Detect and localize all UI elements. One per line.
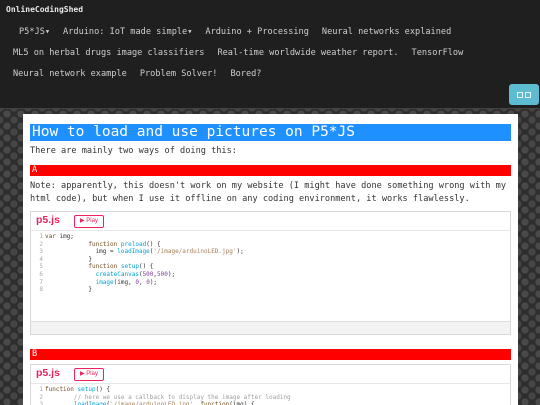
line-number: 1 [39,233,43,240]
line-number: 2 [39,393,43,401]
nav-arduino-processing[interactable]: Arduino + Processing [205,27,308,37]
toggle-box-icon [517,91,523,98]
code-line: loadImage('/image/arduinoLED.jpg', funct… [73,401,255,405]
code-line: function preload() { [88,240,161,248]
code-line: var img; [45,233,74,240]
nav-neural-example[interactable]: Neural network example [13,69,127,79]
line-number: 2 [39,240,43,248]
nav-row-3: Neural network example Problem Solver! B… [13,69,274,79]
code-area[interactable]: 1 function setup() {2 // here we use a ca… [31,384,510,405]
editor-toolbar: p5.js ▶ Play [31,365,510,384]
code-line: // here we use a callback to display the… [45,393,291,401]
line-number: 5 [39,263,43,271]
line-number: 8 [39,286,43,294]
nav-problem-solver[interactable]: Problem Solver! [140,69,218,79]
p5-editor-b: p5.js ▶ Play 1 function setup() {2 // her… [30,364,511,405]
nav-weather-report[interactable]: Real-time worldwide weather report. [217,48,398,58]
line-number: 6 [39,271,43,278]
editor-console [31,321,510,334]
navbar-toggle-button[interactable] [509,84,539,105]
article-page: How to load and use pictures on P5*JS Th… [23,114,518,405]
site-brand[interactable]: OnlineCodingShed [6,5,83,14]
p5-editor-a: p5.js ▶ Play 1 var img; 2 function preload… [30,211,511,335]
play-button[interactable]: ▶ Play [74,215,104,228]
p5js-logo: p5.js [36,367,60,379]
line-number: 1 [39,386,43,393]
nav-tensorflow[interactable]: TensorFlow [412,48,464,58]
code-line: createCanvas(500,500); [95,271,176,278]
toggle-box-icon [525,91,531,98]
code-area[interactable]: 1 var img; 2 function preload() { 3 img = l… [31,231,510,298]
line-number: 4 [39,255,43,263]
play-button[interactable]: ▶ Play [74,368,104,381]
line-number: 3 [39,248,43,256]
code-line: } [45,286,92,294]
editor-toolbar: p5.js ▶ Play [31,212,510,231]
p5js-logo: p5.js [36,214,60,226]
code-line: function setup() { [45,386,111,393]
section-b-header: B [30,349,511,360]
nav-p5js-dropdown[interactable]: P5*JS▾ [19,27,50,37]
line-number: 3 [39,401,43,405]
code-line: } [45,255,92,263]
note-text: Note: apparently, this doesn't work on m… [30,181,506,204]
nav-ml5-herbal[interactable]: ML5 on herbal drugs image classifiers [13,48,204,58]
intro-text: There are mainly two ways of doing this: [30,146,237,156]
line-number: 7 [39,278,43,286]
code-line: img = loadImage('/image/arduinoLED.jpg')… [45,248,244,256]
nav-row-2: ML5 on herbal drugs image classifiers Re… [13,48,476,58]
navbar: OnlineCodingShed P5*JS▾ Arduino: IoT mad… [0,0,540,109]
nav-neural-networks[interactable]: Neural networks explained [322,27,451,37]
section-a-header: A [30,165,511,176]
code-line: image(img, 0, 0); [95,278,158,286]
nav-bored[interactable]: Bored? [230,69,261,79]
nav-arduino-iot-dropdown[interactable]: Arduino: IoT made simple▾ [63,27,192,37]
code-line: function setup() { [88,263,154,271]
nav-row-1: P5*JS▾ Arduino: IoT made simple▾ Arduino… [19,27,464,37]
page-title: How to load and use pictures on P5*JS [30,124,511,141]
